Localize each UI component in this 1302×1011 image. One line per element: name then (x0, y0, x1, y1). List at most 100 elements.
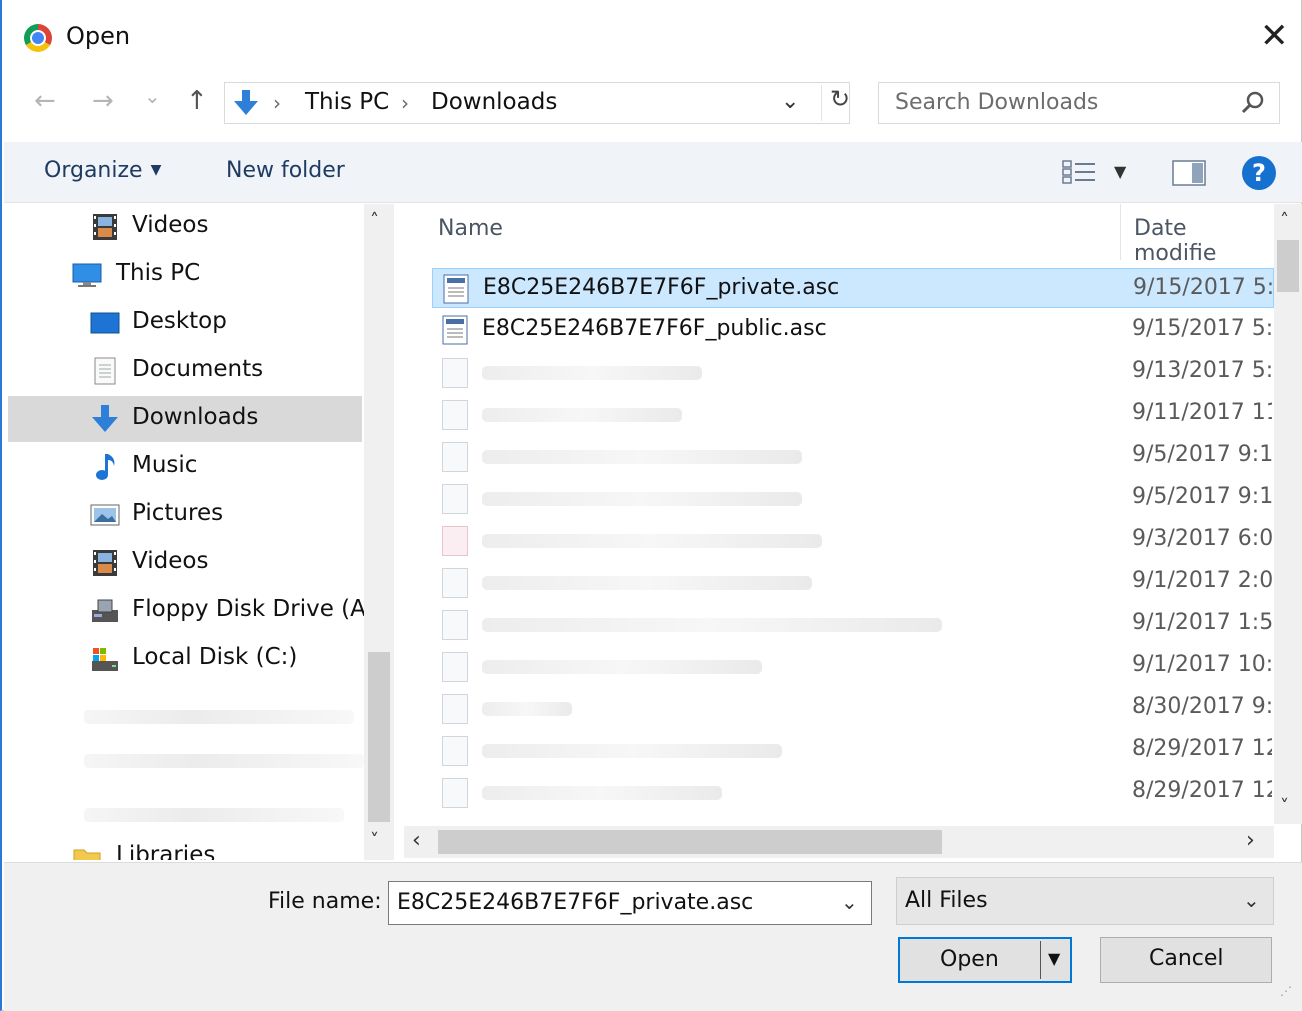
file-date: 9/11/2017 11: (1132, 400, 1272, 425)
file-row[interactable]: 8/29/2017 12: (432, 730, 1274, 770)
file-date: 9/15/2017 5:1 (1132, 316, 1272, 341)
close-icon[interactable]: ✕ (1260, 16, 1289, 56)
open-button[interactable]: Open ▼ (898, 937, 1072, 983)
dialog-footer: File name: E8C25E246B7E7F6F_private.asc … (4, 862, 1302, 1011)
sidebar-item-videos[interactable]: Videos (8, 540, 362, 586)
file-date: 9/5/2017 9:18 (1132, 484, 1272, 509)
back-arrow-icon[interactable]: ← (34, 86, 56, 116)
search-icon[interactable] (1239, 89, 1267, 117)
file-name-label: File name: (268, 889, 382, 914)
sidebar-item-documents[interactable]: Documents (8, 348, 362, 394)
refresh-icon[interactable]: ↻ (821, 85, 854, 121)
file-row[interactable]: 8/30/2017 9:3 (432, 688, 1274, 728)
scrollbar-thumb[interactable] (368, 652, 390, 822)
organize-label: Organize (44, 158, 143, 183)
chevron-down-icon[interactable]: ⌄ (841, 890, 858, 914)
sidebar-item-music[interactable]: Music (8, 444, 362, 490)
file-row[interactable]: E8C25E246B7E7F6F_private.asc 9/15/2017 5… (432, 268, 1274, 308)
scroll-right-icon[interactable]: › (1246, 828, 1255, 853)
search-input[interactable]: Search Downloads (878, 82, 1280, 124)
resize-grip-icon[interactable]: ⋰ (1280, 984, 1292, 998)
sidebar-item-libraries[interactable]: Libraries (8, 834, 362, 860)
breadcrumb-downloads[interactable]: Downloads (431, 89, 557, 115)
open-options-dropdown-icon[interactable]: ▼ (1048, 949, 1060, 968)
document-icon (94, 357, 116, 385)
scroll-up-icon[interactable]: ˄ (370, 210, 379, 231)
sidebar-item-label: Local Disk (C:) (132, 644, 298, 670)
file-row[interactable]: 9/1/2017 1:54 (432, 604, 1274, 644)
file-row[interactable]: 9/13/2017 5:0 (432, 352, 1274, 392)
redacted-file-name (482, 450, 802, 464)
file-name-field[interactable]: E8C25E246B7E7F6F_private.asc ⌄ (388, 881, 872, 925)
sidebar-item-local-disk[interactable]: Local Disk (C:) (8, 636, 362, 682)
view-details-icon[interactable] (1062, 160, 1096, 184)
column-header-date-modified[interactable]: Date modifie (1134, 216, 1274, 266)
file-row[interactable]: 9/5/2017 9:18 (432, 436, 1274, 476)
file-row[interactable]: 9/3/2017 6:02 (432, 520, 1274, 560)
new-folder-button[interactable]: New folder (226, 158, 345, 183)
file-row[interactable]: 9/11/2017 11: (432, 394, 1274, 434)
file-row[interactable]: E8C25E246B7E7F6F_public.asc 9/15/2017 5:… (432, 310, 1274, 350)
breadcrumb-this-pc[interactable]: This PC (305, 89, 389, 115)
preview-pane-icon[interactable] (1172, 160, 1206, 186)
file-icon (442, 694, 468, 724)
help-icon[interactable]: ? (1242, 156, 1276, 190)
cancel-button-label: Cancel (1149, 946, 1224, 971)
recent-locations-chevron-icon[interactable]: ⌄ (144, 84, 161, 108)
redacted-sidebar-item (84, 710, 354, 724)
scrollbar-thumb[interactable] (1277, 240, 1299, 292)
column-divider[interactable] (1120, 204, 1121, 260)
chevron-down-icon: ⌄ (1243, 888, 1260, 912)
sort-chevron-icon: ˅ (1232, 204, 1238, 214)
file-list-horizontal-scrollbar[interactable]: ‹ › (404, 826, 1274, 858)
redacted-file-name (482, 660, 762, 674)
scroll-down-icon[interactable]: ˅ (370, 830, 379, 851)
scroll-up-icon[interactable]: ˄ (1280, 210, 1289, 231)
sidebar-item-videos[interactable]: Videos (8, 204, 362, 250)
organize-button[interactable]: Organize ▼ (44, 158, 161, 183)
file-icon (442, 442, 468, 472)
redacted-file-name (482, 702, 572, 716)
sidebar-item-pictures[interactable]: Pictures (8, 492, 362, 538)
redacted-file-name (482, 786, 722, 800)
forward-arrow-icon[interactable]: → (92, 86, 114, 116)
floppy-drive-icon (92, 599, 118, 622)
monitor-icon (72, 263, 102, 287)
view-options-chevron-icon[interactable]: ▼ (1114, 162, 1126, 181)
file-date: 8/29/2017 12: (1132, 778, 1272, 803)
column-header-name[interactable]: Name (438, 216, 503, 241)
scroll-left-icon[interactable]: ‹ (412, 828, 421, 853)
scrollbar-thumb[interactable] (438, 830, 942, 854)
cancel-button[interactable]: Cancel (1100, 937, 1272, 983)
up-arrow-icon[interactable]: ↑ (186, 86, 208, 116)
sidebar-item-label: Pictures (132, 500, 224, 526)
desktop-icon (90, 312, 120, 334)
file-date: 9/3/2017 6:02 (1132, 526, 1272, 551)
sidebar-item-label: Desktop (132, 308, 227, 334)
address-dropdown-chevron-icon[interactable]: ⌄ (781, 89, 799, 114)
sidebar-item-downloads[interactable]: Downloads (8, 396, 362, 442)
sidebar-item-desktop[interactable]: Desktop (8, 300, 362, 346)
file-date: 9/13/2017 5:0 (1132, 358, 1272, 383)
file-list-vertical-scrollbar[interactable]: ˄ ˅ (1274, 204, 1302, 824)
sidebar-item-label: Documents (132, 356, 264, 382)
scroll-down-icon[interactable]: ˅ (1280, 796, 1289, 817)
title-bar: Open ✕ (2, 0, 1302, 70)
file-row[interactable]: 9/5/2017 9:18 (432, 478, 1274, 518)
file-row[interactable]: 8/29/2017 12: (432, 772, 1274, 812)
file-row[interactable]: 9/1/2017 2:04 (432, 562, 1274, 602)
file-type-select[interactable]: All Files ⌄ (896, 877, 1274, 925)
file-row[interactable]: 9/1/2017 10:5 (432, 646, 1274, 686)
file-icon (442, 610, 468, 640)
sidebar-item-label: Floppy Disk Drive (A:) (132, 596, 383, 622)
file-type-value: All Files (905, 888, 988, 913)
open-file-dialog: Open ✕ ← → ⌄ ↑ › This PC › Downloads ⌄ ↻… (0, 0, 1302, 1011)
sidebar-item-this-pc[interactable]: This PC (8, 252, 362, 298)
redacted-sidebar-item (84, 754, 364, 768)
text-file-icon (443, 274, 469, 304)
file-icon (442, 652, 468, 682)
sidebar-item-floppy-drive[interactable]: Floppy Disk Drive (A:) (8, 588, 382, 634)
sidebar-item-label: Music (132, 452, 198, 478)
navigation-pane-scrollbar[interactable]: ˄ ˅ (364, 204, 394, 860)
address-bar[interactable]: › This PC › Downloads ⌄ ↻ (224, 82, 850, 124)
